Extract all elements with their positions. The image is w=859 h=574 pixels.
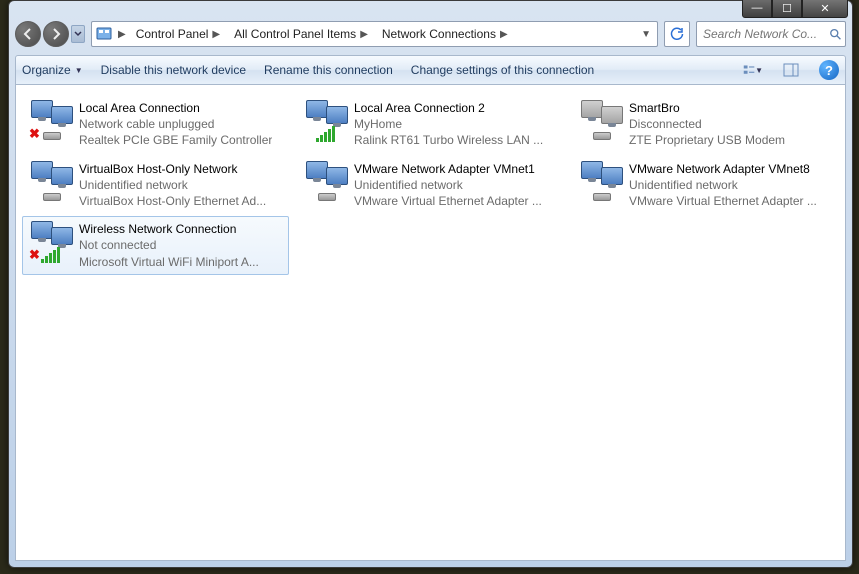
connection-text: SmartBroDisconnectedZTE Proprietary USB …	[629, 100, 785, 149]
connection-status: Disconnected	[629, 116, 785, 132]
connection-device: VMware Virtual Ethernet Adapter ...	[629, 193, 817, 209]
arrow-right-icon	[50, 28, 62, 40]
forward-button[interactable]	[43, 21, 69, 47]
connection-device: VirtualBox Host-Only Ethernet Ad...	[79, 193, 266, 209]
maximize-button[interactable]: ☐	[772, 0, 802, 18]
connection-device: ZTE Proprietary USB Modem	[629, 132, 785, 148]
ethernet-plug-icon	[43, 132, 61, 140]
connection-item[interactable]: VMware Network Adapter VMnet1Unidentifie…	[297, 156, 564, 215]
search-box[interactable]	[696, 21, 846, 47]
breadcrumb-label: All Control Panel Items	[234, 27, 356, 41]
connection-device: Realtek PCIe GBE Family Controller	[79, 132, 272, 148]
explorer-window: — ☐ ✕ ▶ Control Panel▶ All Control Panel…	[8, 0, 853, 568]
connection-text: VMware Network Adapter VMnet1Unidentifie…	[354, 161, 542, 210]
connection-item[interactable]: ✖ Wireless Network ConnectionNot connecte…	[22, 216, 289, 275]
ethernet-plug-icon	[318, 193, 336, 201]
chevron-down-icon[interactable]: ▼	[639, 29, 653, 40]
connection-item[interactable]: Local Area Connection 2MyHomeRalink RT61…	[297, 95, 564, 154]
disable-device-button[interactable]: Disable this network device	[101, 63, 246, 77]
connection-item[interactable]: VirtualBox Host-Only NetworkUnidentified…	[22, 156, 289, 215]
rename-connection-button[interactable]: Rename this connection	[264, 63, 393, 77]
connection-title: Local Area Connection	[79, 100, 272, 116]
network-adapter-icon	[579, 100, 623, 140]
connection-status: MyHome	[354, 116, 543, 132]
address-bar[interactable]: ▶ Control Panel▶ All Control Panel Items…	[91, 21, 658, 47]
minimize-button[interactable]: —	[742, 0, 772, 18]
navigation-row: ▶ Control Panel▶ All Control Panel Items…	[15, 17, 846, 51]
chevron-right-icon: ▶	[358, 29, 370, 40]
help-button[interactable]: ?	[819, 60, 839, 80]
view-icon	[743, 62, 755, 78]
refresh-icon	[670, 27, 684, 41]
recent-locations-button[interactable]	[71, 25, 85, 43]
wifi-bars-icon	[316, 126, 335, 142]
connection-device: VMware Virtual Ethernet Adapter ...	[354, 193, 542, 209]
connection-title: VMware Network Adapter VMnet1	[354, 161, 542, 177]
command-bar: Organize ▼ Disable this network device Re…	[15, 55, 846, 85]
connection-title: SmartBro	[629, 100, 785, 116]
nav-arrows	[15, 21, 85, 47]
breadcrumb-label: Network Connections	[382, 27, 496, 41]
organize-menu[interactable]: Organize ▼	[22, 63, 83, 77]
refresh-button[interactable]	[664, 21, 690, 47]
network-adapter-icon	[579, 161, 623, 201]
breadcrumb-all-items[interactable]: All Control Panel Items▶	[230, 22, 374, 46]
connection-text: VirtualBox Host-Only NetworkUnidentified…	[79, 161, 266, 210]
connection-item[interactable]: VMware Network Adapter VMnet8Unidentifie…	[572, 156, 839, 215]
connection-status: Not connected	[79, 237, 259, 253]
network-adapter-icon: ✖	[29, 100, 73, 140]
back-button[interactable]	[15, 21, 41, 47]
close-button[interactable]: ✕	[802, 0, 848, 18]
organize-label: Organize	[22, 63, 71, 77]
connection-text: Wireless Network ConnectionNot connected…	[79, 221, 259, 270]
window-controls: — ☐ ✕	[742, 0, 848, 18]
breadcrumb-network-connections[interactable]: Network Connections▶	[378, 22, 514, 46]
connection-status: Unidentified network	[629, 177, 817, 193]
content-pane: ✖ Local Area ConnectionNetwork cable unpl…	[15, 85, 846, 561]
network-adapter-icon	[304, 100, 348, 140]
search-icon	[829, 27, 841, 41]
preview-pane-icon	[783, 62, 799, 78]
chevron-down-icon: ▼	[75, 66, 83, 75]
connection-title: Local Area Connection 2	[354, 100, 543, 116]
wifi-bars-icon	[41, 247, 60, 263]
connection-status: Unidentified network	[354, 177, 542, 193]
connection-text: Local Area ConnectionNetwork cable unplu…	[79, 100, 272, 149]
connection-status: Unidentified network	[79, 177, 266, 193]
breadcrumb-label: Control Panel	[136, 27, 209, 41]
connection-item[interactable]: SmartBroDisconnectedZTE Proprietary USB …	[572, 95, 839, 154]
connections-grid: ✖ Local Area ConnectionNetwork cable unpl…	[22, 95, 839, 275]
change-settings-button[interactable]: Change settings of this connection	[411, 63, 594, 77]
chevron-right-icon: ▶	[498, 29, 510, 40]
chevron-down-icon: ▼	[755, 66, 763, 75]
connection-text: VMware Network Adapter VMnet8Unidentifie…	[629, 161, 817, 210]
network-adapter-icon: ✖	[29, 221, 73, 261]
ethernet-plug-icon	[593, 132, 611, 140]
ethernet-plug-icon	[593, 193, 611, 201]
chevron-down-icon	[74, 31, 82, 37]
network-adapter-icon	[304, 161, 348, 201]
view-options-button[interactable]: ▼	[743, 60, 763, 80]
connection-item[interactable]: ✖ Local Area ConnectionNetwork cable unpl…	[22, 95, 289, 154]
connection-title: Wireless Network Connection	[79, 221, 259, 237]
preview-pane-button[interactable]	[781, 60, 801, 80]
ethernet-plug-icon	[43, 193, 61, 201]
error-x-icon: ✖	[29, 247, 40, 263]
search-input[interactable]	[701, 26, 825, 42]
connection-title: VirtualBox Host-Only Network	[79, 161, 266, 177]
breadcrumb-separator-icon: ▶	[116, 29, 128, 40]
breadcrumb-control-panel[interactable]: Control Panel▶	[132, 22, 226, 46]
chevron-right-icon: ▶	[210, 29, 222, 40]
error-x-icon: ✖	[29, 126, 40, 142]
connection-device: Microsoft Virtual WiFi Miniport A...	[79, 254, 259, 270]
connection-title: VMware Network Adapter VMnet8	[629, 161, 817, 177]
arrow-left-icon	[22, 28, 34, 40]
connection-device: Ralink RT61 Turbo Wireless LAN ...	[354, 132, 543, 148]
connection-status: Network cable unplugged	[79, 116, 272, 132]
connection-text: Local Area Connection 2MyHomeRalink RT61…	[354, 100, 543, 149]
network-adapter-icon	[29, 161, 73, 201]
control-panel-icon	[96, 26, 112, 42]
